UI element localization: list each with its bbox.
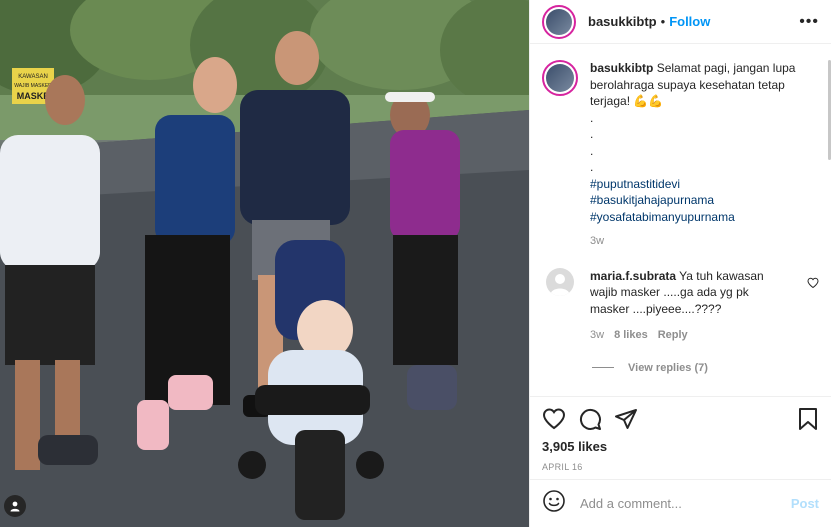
post-date[interactable]: APRIL 16 — [542, 462, 819, 472]
share-icon[interactable] — [614, 407, 638, 431]
caption-age[interactable]: 3w — [590, 233, 810, 250]
post-comment-button[interactable]: Post — [791, 496, 819, 511]
bookmark-icon[interactable] — [797, 407, 819, 431]
post-header: basukkibtp • Follow ••• — [530, 0, 831, 44]
emoji-icon[interactable] — [542, 489, 566, 518]
comment-likes[interactable]: 8 likes — [614, 327, 648, 344]
caption-avatar[interactable] — [542, 60, 578, 96]
comment-input[interactable] — [580, 496, 791, 511]
view-replies-label: View replies (7) — [628, 361, 708, 374]
follow-button[interactable]: Follow — [669, 14, 710, 29]
comment-age[interactable]: 3w — [590, 327, 604, 344]
comment-meta: 3w 8 likes Reply — [590, 327, 780, 344]
view-replies-button[interactable]: View replies (7) — [592, 362, 819, 374]
hashtag-link[interactable]: #basukitjahajapurnama — [590, 192, 810, 209]
caption-dot: . — [590, 127, 594, 141]
comment-heart-icon[interactable] — [807, 276, 819, 294]
caption-dot: . — [590, 110, 594, 125]
caption-body: basukkibtp Selamat pagi, jangan lupa ber… — [590, 60, 810, 250]
header-separator: • — [660, 14, 666, 29]
reply-button[interactable]: Reply — [658, 327, 688, 344]
sign-text-1: KAWASAN — [18, 74, 48, 80]
heart-icon[interactable] — [542, 407, 566, 431]
post-actions: 3,905 likes APRIL 16 — [530, 396, 831, 472]
comment-avatar[interactable] — [546, 267, 574, 296]
post-side-panel: basukkibtp • Follow ••• basukkibtp Selam… — [529, 0, 831, 527]
like-count[interactable]: 3,905 likes — [542, 439, 819, 454]
replies-divider — [592, 367, 614, 368]
user-tag-icon[interactable] — [4, 495, 26, 517]
author-username[interactable]: basukkibtp — [588, 14, 657, 29]
caption: basukkibtp Selamat pagi, jangan lupa ber… — [542, 60, 819, 250]
photo-scene: KAWASAN WAJIB MASKER MASKE — [0, 0, 529, 527]
comment-body: maria.f.subrata Ya tuh kawasan wajib mas… — [590, 268, 780, 344]
hashtag-link[interactable]: #puputnastitidevi — [590, 176, 810, 193]
caption-dot: . — [590, 143, 594, 158]
caption-username[interactable]: basukkibtp — [590, 61, 653, 75]
caption-dot: . — [590, 160, 594, 174]
comment-icon[interactable] — [578, 407, 602, 431]
action-icons — [542, 405, 819, 433]
author-avatar[interactable] — [542, 4, 576, 39]
comment-username[interactable]: maria.f.subrata — [590, 269, 676, 283]
sign-text-3: MASKE — [17, 91, 50, 101]
comments-list[interactable]: basukkibtp Selamat pagi, jangan lupa ber… — [542, 60, 819, 390]
post-photo[interactable]: KAWASAN WAJIB MASKER MASKE — [0, 0, 529, 527]
sign-text-2: WAJIB MASKER — [14, 83, 52, 89]
comment-item: maria.f.subrata Ya tuh kawasan wajib mas… — [542, 267, 819, 344]
more-icon[interactable]: ••• — [799, 13, 819, 31]
hashtag-link[interactable]: #yosafatabimanyupurnama — [590, 209, 810, 226]
comment-composer: Post — [530, 479, 831, 527]
